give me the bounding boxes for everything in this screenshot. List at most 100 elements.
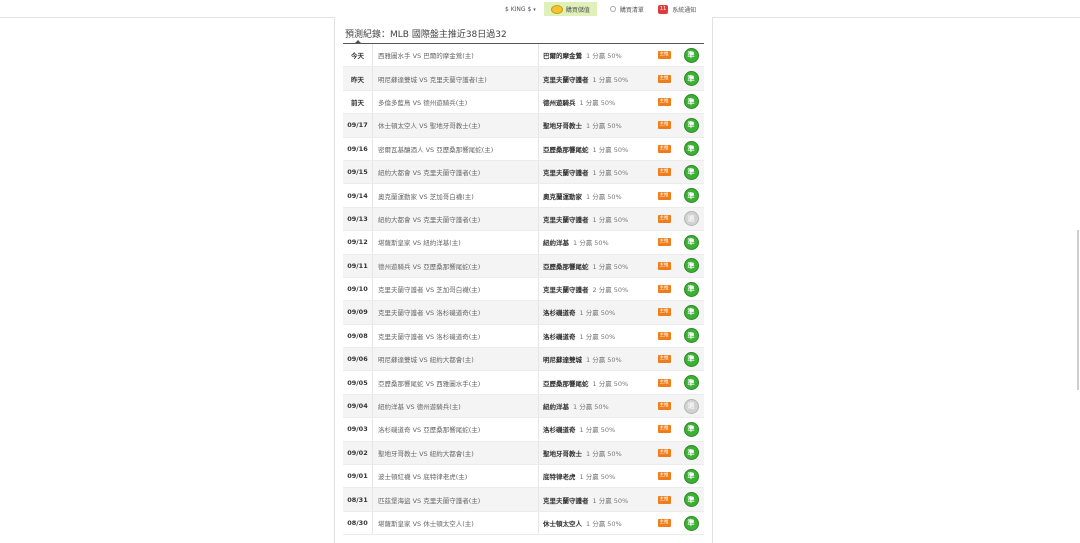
notification-count-badge: 11 bbox=[657, 4, 669, 14]
row-date: 前天 bbox=[343, 90, 373, 114]
row-match[interactable]: 紐約洋基 VS 德州遊騎兵(主) bbox=[373, 394, 539, 418]
row-pick: 克里夫蘭守護者 1 分贏 50% bbox=[539, 488, 650, 510]
row-match[interactable]: 紐約大都會 VS 克里夫蘭守護者(主) bbox=[373, 207, 539, 231]
row-result-cell: 準 bbox=[678, 94, 704, 110]
result-badge-icon: 準 bbox=[683, 304, 699, 320]
row-match[interactable]: 多倫多藍鳥 VS 德州遊騎兵(主) bbox=[373, 90, 539, 114]
featured-tag: 主推 bbox=[657, 472, 671, 481]
row-date: 09/13 bbox=[343, 207, 373, 231]
result-badge-icon: 準 bbox=[683, 117, 699, 133]
user-name: $ KING $ bbox=[505, 5, 532, 13]
purchase-list-link[interactable]: 購買清單 bbox=[603, 5, 651, 14]
row-match[interactable]: 克里夫蘭守護者 VS 洛杉磯道奇(主) bbox=[373, 301, 539, 324]
pick-team: 亞歷桑那響尾蛇 bbox=[543, 379, 589, 388]
row-result-cell: 準 bbox=[678, 188, 704, 204]
row-tag-cell: 主推 bbox=[650, 214, 678, 223]
row-match[interactable]: 紐約大都會 VS 克里夫蘭守護者(主) bbox=[373, 160, 539, 184]
row-tag-cell: 主推 bbox=[650, 238, 678, 247]
pick-team: 克里夫蘭守護者 bbox=[543, 286, 589, 295]
pick-team: 底特律老虎 bbox=[543, 473, 576, 482]
list-icon bbox=[609, 6, 616, 12]
table-row: 昨天 明尼蘇達雙城 VS 克里夫蘭守護者(主) 克里夫蘭守護者 1 分贏 50%… bbox=[343, 67, 704, 91]
row-match[interactable]: 堪薩斯皇家 VS 紐約洋基(主) bbox=[373, 231, 539, 254]
featured-tag: 主推 bbox=[657, 425, 671, 434]
row-date: 09/14 bbox=[343, 184, 373, 207]
row-result-cell: 準 bbox=[678, 375, 704, 391]
row-match[interactable]: 休士頓太空人 VS 聖地牙哥教士(主) bbox=[373, 114, 539, 137]
featured-tag: 主推 bbox=[657, 51, 671, 60]
pick-team: 休士頓太空人 bbox=[543, 520, 582, 528]
result-badge-icon: 準 bbox=[683, 258, 699, 274]
row-match[interactable]: 波士頓紅襪 VS 底特律老虎(主) bbox=[373, 465, 539, 488]
user-menu[interactable]: $ KING $ ▾ bbox=[497, 6, 544, 13]
pick-team: 聖地牙哥教士 bbox=[543, 449, 582, 458]
row-match[interactable]: 克里夫蘭守護者 VS 芝加哥白襪(主) bbox=[373, 277, 539, 301]
result-badge-icon: 退 bbox=[683, 398, 699, 414]
row-date: 08/31 bbox=[343, 488, 373, 511]
row-match[interactable]: 奧克蘭運動家 VS 芝加哥白襪(主) bbox=[373, 184, 539, 207]
row-pick: 亞歷桑那響尾蛇 1 分贏 50% bbox=[539, 255, 650, 277]
table-row: 09/10 克里夫蘭守護者 VS 芝加哥白襪(主) 克里夫蘭守護者 2 分贏 5… bbox=[343, 277, 704, 302]
title-pointer-icon bbox=[355, 40, 361, 43]
row-date: 昨天 bbox=[343, 67, 373, 90]
pick-team: 克里夫蘭守護者 bbox=[543, 496, 589, 505]
featured-tag: 主推 bbox=[657, 121, 671, 130]
buy-credit-button[interactable]: 購買儲值 bbox=[543, 2, 597, 16]
table-row: 09/09 克里夫蘭守護者 VS 洛杉磯道奇(主) 洛杉磯道奇 1 分贏 50%… bbox=[343, 301, 704, 325]
row-result-cell: 準 bbox=[678, 492, 704, 508]
featured-tag: 主推 bbox=[657, 261, 671, 270]
featured-tag: 主推 bbox=[657, 74, 671, 83]
row-match[interactable]: 德州遊騎兵 VS 亞歷桑那響尾蛇(主) bbox=[373, 254, 539, 277]
result-badge-icon: 準 bbox=[683, 492, 699, 508]
pick-odds: 1 分贏 50% bbox=[586, 192, 622, 201]
row-result-cell: 退 bbox=[678, 398, 704, 414]
row-match[interactable]: 聖地牙哥教士 VS 紐約大都會(主) bbox=[373, 441, 539, 465]
row-result-cell: 準 bbox=[678, 468, 704, 484]
featured-tag: 主推 bbox=[657, 214, 671, 223]
row-match[interactable]: 明尼蘇達雙城 VS 紐約大都會(主) bbox=[373, 348, 539, 371]
system-notice-link[interactable]: 11 系統通知 bbox=[651, 4, 703, 14]
featured-tag: 主推 bbox=[657, 308, 671, 317]
pick-odds: 1 分贏 50% bbox=[586, 52, 622, 61]
buy-credit-label: 購買儲值 bbox=[565, 6, 590, 14]
row-match[interactable]: 匹茲堡海盜 VS 克里夫蘭守護者(主) bbox=[373, 488, 539, 511]
table-row: 09/04 紐約洋基 VS 德州遊騎兵(主) 紐約洋基 1 分贏 50% 主推 … bbox=[343, 394, 704, 419]
row-match[interactable]: 克里夫蘭守護者 VS 洛杉磯道奇(主) bbox=[373, 324, 539, 348]
pick-team: 克里夫蘭守護者 bbox=[543, 75, 589, 84]
row-tag-cell: 主推 bbox=[650, 261, 678, 270]
row-pick: 明尼蘇達雙城 1 分贏 50% bbox=[539, 348, 650, 370]
row-date: 09/05 bbox=[343, 371, 373, 394]
table-row: 09/14 奧克蘭運動家 VS 芝加哥白襪(主) 奧克蘭運動家 1 分贏 50%… bbox=[343, 184, 704, 208]
pick-odds: 1 分贏 50% bbox=[592, 496, 629, 505]
row-pick: 洛杉磯道奇 1 分贏 50% bbox=[539, 325, 650, 347]
row-match[interactable]: 西雅圖水手 VS 巴爾的摩金鶯(主) bbox=[373, 44, 539, 67]
row-result-cell: 準 bbox=[678, 164, 704, 180]
row-match[interactable]: 密爾瓦基釀酒人 VS 亞歷桑那響尾蛇(主) bbox=[373, 137, 539, 160]
purchase-list-label: 購買清單 bbox=[619, 6, 644, 14]
pick-odds: 2 分贏 50% bbox=[592, 286, 629, 295]
row-tag-cell: 主推 bbox=[650, 97, 678, 106]
row-result-cell: 準 bbox=[678, 515, 704, 531]
row-date: 09/12 bbox=[343, 231, 373, 254]
row-match[interactable]: 亞歷桑那響尾蛇 VS 西雅圖水手(主) bbox=[373, 371, 539, 394]
featured-tag: 主推 bbox=[657, 191, 671, 200]
pick-team: 克里夫蘭守護者 bbox=[543, 169, 589, 178]
page-scrollbar[interactable] bbox=[1077, 230, 1079, 390]
row-result-cell: 準 bbox=[678, 47, 704, 63]
row-tag-cell: 主推 bbox=[650, 308, 678, 317]
row-tag-cell: 主推 bbox=[650, 168, 678, 177]
row-pick: 德州遊騎兵 1 分贏 50% bbox=[539, 91, 650, 113]
row-tag-cell: 主推 bbox=[650, 472, 678, 481]
row-match[interactable]: 堪薩斯皇家 VS 休士頓太空人(主) bbox=[373, 511, 539, 535]
row-date: 09/09 bbox=[343, 301, 373, 324]
row-pick: 克里夫蘭守護者 2 分贏 50% bbox=[539, 278, 650, 300]
row-match[interactable]: 明尼蘇達雙城 VS 克里夫蘭守護者(主) bbox=[373, 67, 539, 90]
table-row: 前天 多倫多藍鳥 VS 德州遊騎兵(主) 德州遊騎兵 1 分贏 50% 主推 準 bbox=[343, 90, 704, 115]
row-pick: 奧克蘭運動家 1 分贏 50% bbox=[539, 184, 650, 206]
row-pick: 洛杉磯道奇 1 分贏 50% bbox=[539, 418, 650, 440]
row-pick: 巴爾的摩金鶯 1 分贏 50% bbox=[539, 44, 650, 66]
row-match[interactable]: 洛杉磯道奇 VS 亞歷桑那響尾蛇(主) bbox=[373, 418, 539, 441]
page-title: 預測紀錄：MLB 國際盤主推近38日過32 bbox=[345, 30, 507, 40]
pick-team: 奧克蘭運動家 bbox=[543, 192, 582, 201]
prediction-table: 今天 西雅圖水手 VS 巴爾的摩金鶯(主) 巴爾的摩金鶯 1 分贏 50% 主推… bbox=[343, 44, 704, 536]
